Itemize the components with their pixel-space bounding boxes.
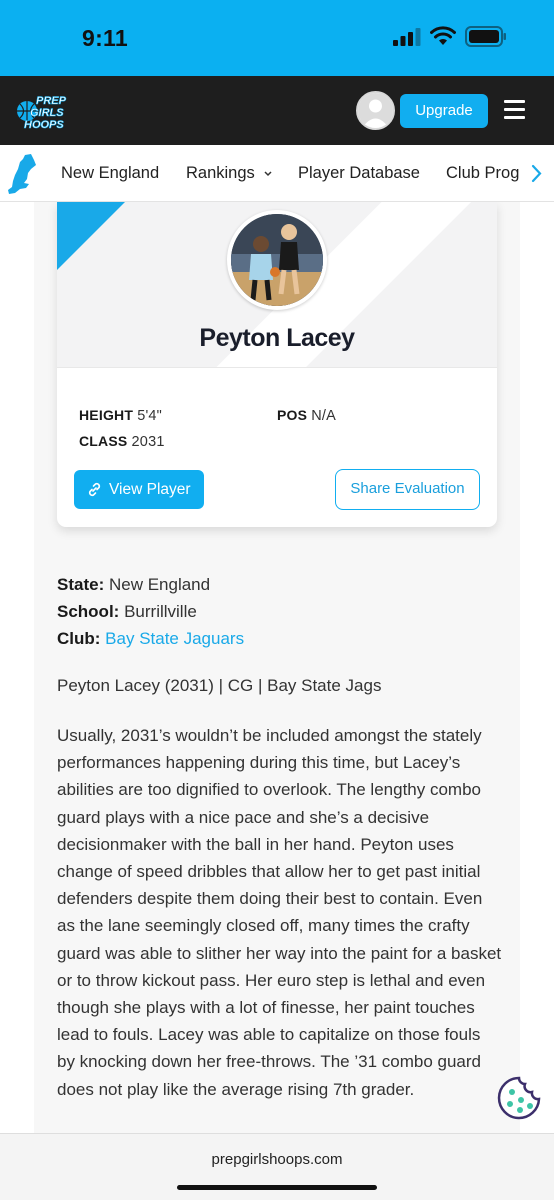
chevron-down-icon — [264, 171, 272, 177]
class-value: 2031 — [131, 434, 165, 450]
height-value: 5'4" — [137, 408, 163, 424]
view-player-label: View Player — [109, 481, 191, 498]
region-nav: New England Rankings Player Database Clu… — [0, 145, 554, 202]
club-link[interactable]: Bay State Jaguars — [105, 629, 244, 648]
position-info: POS N/A — [277, 407, 336, 424]
club-label: Club: — [57, 629, 101, 648]
height-info: HEIGHT 5'4" — [79, 407, 162, 424]
state-value: New England — [108, 575, 211, 594]
nav-rankings-label: Rankings — [186, 164, 255, 182]
position-value: N/A — [311, 408, 337, 424]
club-row: Club: Bay State Jaguars — [57, 629, 244, 649]
state-row: State: New England — [57, 575, 210, 595]
scroll-right-button[interactable] — [524, 145, 554, 201]
url-text[interactable]: prepgirlshoops.com — [0, 1151, 554, 1168]
class-label: CLASS — [79, 433, 128, 449]
player-card: Peyton Lacey HEIGHT 5'4" POS N/A CLASS 2… — [57, 202, 497, 527]
status-time: 9:11 — [82, 25, 128, 51]
player-photo-image — [231, 214, 323, 306]
player-summary: Peyton Lacey (2031) | CG | Bay State Jag… — [57, 676, 382, 695]
evaluation-text: Usually, 2031’s wouldn’t be included amo… — [57, 726, 502, 1099]
status-bar: 9:11 — [0, 0, 554, 76]
new-england-map-icon[interactable] — [7, 153, 37, 195]
school-label: School: — [57, 602, 120, 621]
prep-girls-hoops-logo[interactable]: PREP GIRLS HOOPS — [16, 91, 86, 131]
cellular-signal-icon — [393, 28, 421, 46]
site-header: PREP GIRLS HOOPS Upgrade — [0, 76, 554, 145]
svg-text:GIRLS: GIRLS — [30, 107, 64, 119]
svg-text:PREP: PREP — [36, 95, 67, 107]
view-player-button[interactable]: View Player — [74, 470, 204, 509]
chevron-right-icon — [531, 164, 542, 183]
nav-rankings[interactable]: Rankings — [186, 164, 273, 183]
battery-icon — [465, 26, 506, 47]
player-card-banner: Peyton Lacey — [57, 202, 497, 368]
home-indicator — [177, 1185, 377, 1190]
user-avatar[interactable] — [356, 91, 395, 130]
nav-player-database[interactable]: Player Database — [298, 164, 420, 183]
upgrade-button[interactable]: Upgrade — [400, 94, 488, 128]
school-row: School: Burrillville — [57, 602, 197, 622]
menu-icon[interactable] — [504, 100, 525, 119]
link-icon — [88, 482, 101, 497]
wifi-icon — [430, 26, 456, 45]
share-evaluation-button[interactable]: Share Evaluation — [335, 469, 480, 510]
position-label: POS — [277, 407, 308, 423]
school-value: Burrillville — [124, 602, 197, 621]
browser-address-bar: prepgirlshoops.com — [0, 1133, 554, 1200]
class-info: CLASS 2031 — [79, 433, 165, 450]
card-accent-corner — [57, 202, 125, 270]
player-name: Peyton Lacey — [199, 324, 355, 352]
nav-club-programs[interactable]: Club Prog — [446, 164, 519, 183]
user-silhouette-icon — [358, 93, 393, 128]
height-label: HEIGHT — [79, 407, 134, 423]
player-photo — [227, 210, 327, 310]
nav-new-england[interactable]: New England — [61, 164, 159, 183]
cookie-icon[interactable] — [496, 1075, 542, 1121]
state-label: State: — [57, 575, 105, 594]
article-content: Peyton Lacey HEIGHT 5'4" POS N/A CLASS 2… — [34, 202, 520, 1133]
svg-text:HOOPS: HOOPS — [24, 119, 64, 131]
